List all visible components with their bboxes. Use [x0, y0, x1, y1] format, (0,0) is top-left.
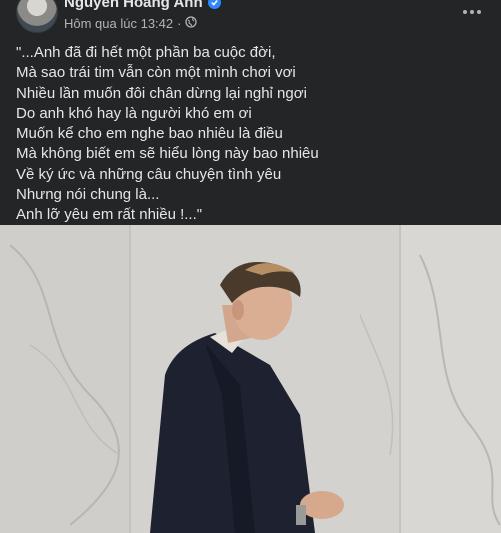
- post-photo[interactable]: [0, 225, 501, 533]
- post-text-line: Nhiều lần muốn đôi chân dừng lại nghỉ ng…: [16, 84, 307, 102]
- post-timestamp[interactable]: Hôm qua lúc 13:42: [64, 16, 173, 31]
- author-name[interactable]: Nguyễn Hoàng Anh: [64, 0, 203, 11]
- post-text-line: Mà sao trái tim vẫn còn một mình chơi vơ…: [16, 64, 296, 82]
- verified-badge-icon: [207, 0, 221, 9]
- author-avatar[interactable]: [16, 0, 58, 33]
- post-header: Nguyễn Hoàng Anh Hôm qua lúc 13:42 ·: [0, 0, 501, 36]
- more-options-icon[interactable]: [461, 4, 483, 20]
- post-text-line: Muốn kể cho em nghe bao nhiêu là điều: [16, 125, 283, 143]
- post-text-line: Do anh khó hay là người khó em ơi: [16, 104, 252, 122]
- post-text-line: "...Anh đã đi hết một phần ba cuộc đời,: [16, 44, 276, 61]
- post-text-line: Anh lỡ yêu em rất nhiều !...": [16, 206, 203, 224]
- post-text-line: Về ký ức và những câu chuyện tình yêu: [16, 165, 282, 183]
- photo-illustration: [0, 225, 501, 533]
- public-globe-icon[interactable]: [185, 16, 198, 31]
- separator-dot: ·: [177, 16, 182, 31]
- post-text: "...Anh đã đi hết một phần ba cuộc đời, …: [16, 43, 486, 226]
- post-meta: Hôm qua lúc 13:42 ·: [64, 16, 198, 31]
- author-name-row: Nguyễn Hoàng Anh: [64, 0, 221, 11]
- post-text-line: Mà không biết em sẽ hiểu lòng này bao nh…: [16, 145, 319, 163]
- post-text-line: Nhưng nói chung là...: [16, 186, 160, 204]
